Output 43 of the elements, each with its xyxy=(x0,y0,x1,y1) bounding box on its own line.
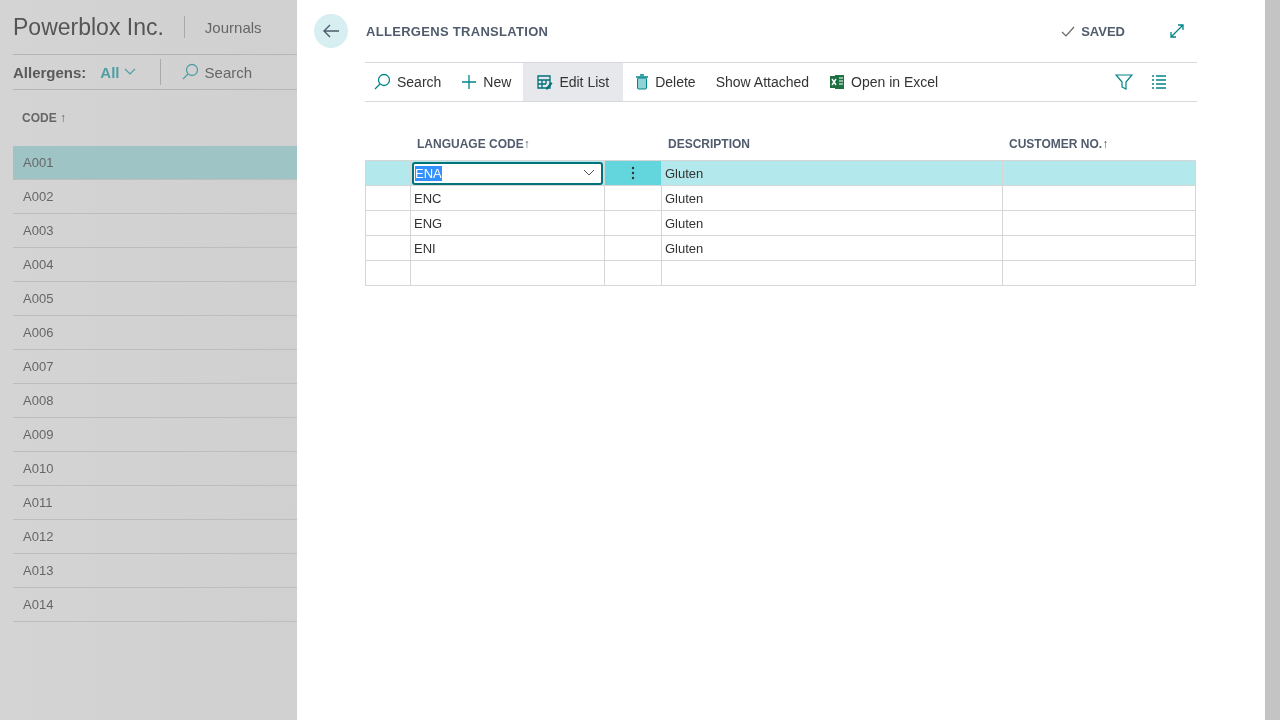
toolbar-button[interactable]: Search xyxy=(365,63,450,101)
table-cell: ENC xyxy=(414,190,442,206)
column-header[interactable]: CODE ↑ xyxy=(22,111,66,125)
search-button[interactable]: Search xyxy=(180,63,253,81)
column-header[interactable]: CUSTOMER NO.↑ xyxy=(1009,137,1109,151)
table-cell xyxy=(365,261,411,286)
company-name: Powerblox Inc. xyxy=(13,13,164,41)
check-icon xyxy=(1061,25,1076,37)
nav-link[interactable]: Journals xyxy=(204,18,262,36)
table-cell: Gluten xyxy=(665,190,704,206)
table-cell: Gluten xyxy=(665,240,704,256)
table-cell: ENG xyxy=(414,215,443,231)
saved-status: SAVED xyxy=(1081,23,1125,39)
list-title: Allergens: xyxy=(13,63,87,81)
spreadsheet-icon xyxy=(829,74,846,90)
back-button[interactable] xyxy=(314,14,348,48)
caret-icon xyxy=(123,68,136,76)
toolbar-button[interactable]: Edit List xyxy=(523,63,624,101)
filter-dropdown[interactable]: All xyxy=(96,63,140,81)
dialog-title: ALLERGENS TRANSLATION xyxy=(366,23,549,39)
plus-icon xyxy=(461,74,478,90)
trash-icon xyxy=(635,74,650,90)
list-row[interactable]: A001 xyxy=(13,146,297,180)
toolbar-button[interactable]: Delete xyxy=(627,63,704,101)
table-cell: Gluten xyxy=(665,165,704,181)
toolbar-button[interactable]: New xyxy=(453,63,520,101)
column-header[interactable]: LANGUAGE CODE↑ xyxy=(417,137,530,151)
expand-icon[interactable] xyxy=(1169,23,1185,39)
table-cell: Gluten xyxy=(665,215,704,231)
column-header[interactable]: DESCRIPTION xyxy=(668,137,750,151)
back-arrow-icon xyxy=(322,24,340,38)
more-options-icon[interactable] xyxy=(631,166,635,180)
toolbar-button[interactable]: Show Attached xyxy=(707,63,818,101)
search-icon xyxy=(373,73,391,91)
filter-icon[interactable] xyxy=(1115,74,1133,90)
list-view-icon[interactable] xyxy=(1151,75,1167,89)
caret-icon xyxy=(583,169,595,177)
dropdown-field[interactable]: ENA xyxy=(412,161,603,185)
search-icon xyxy=(180,63,199,81)
table-cell xyxy=(605,261,662,286)
table-cell: ENI xyxy=(414,240,436,256)
toolbar-button[interactable]: Open in Excel xyxy=(821,63,947,101)
edit-list-icon xyxy=(537,74,554,90)
